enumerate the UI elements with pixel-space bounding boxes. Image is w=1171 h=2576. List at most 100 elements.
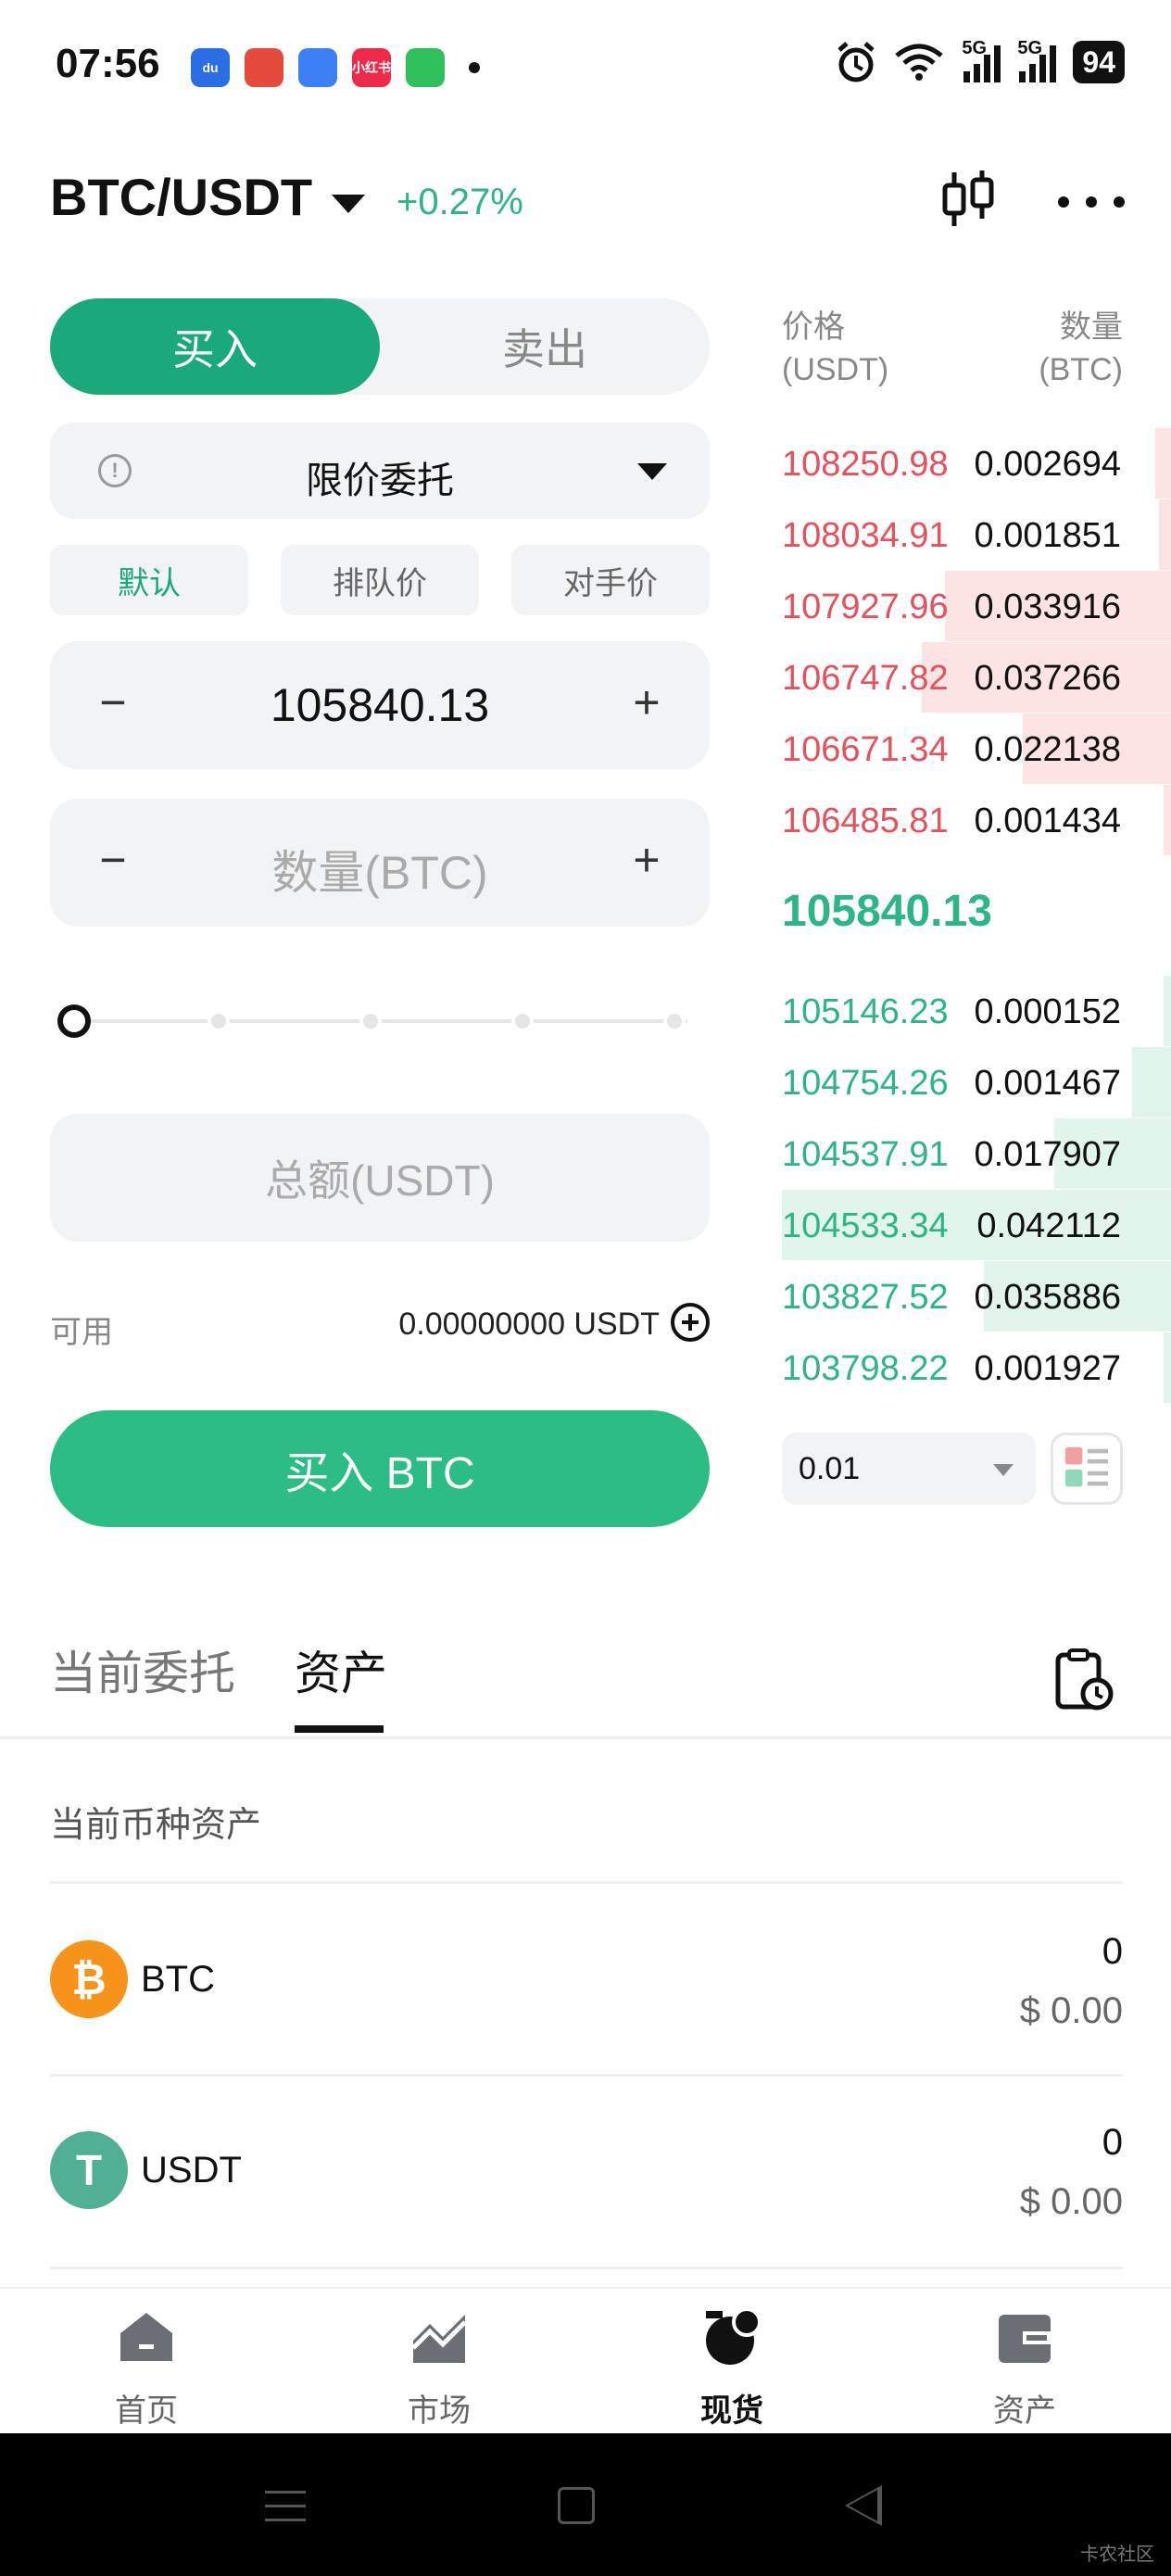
price-mode-default[interactable]: 默认 — [50, 545, 248, 615]
row-quantity: 0.002694 — [974, 445, 1122, 484]
bid-row[interactable]: 103798.22 0.001927 — [782, 1332, 1171, 1403]
security-app-icon — [406, 48, 445, 87]
nav-spot[interactable]: 现货 — [586, 2289, 878, 2435]
orderbook-qty-header: 数量 (BTC) — [1039, 306, 1123, 391]
slider-tick-50[interactable] — [359, 1010, 382, 1032]
divider — [50, 2074, 1123, 2077]
ask-row[interactable]: 107927.96 0.033916 — [782, 571, 1171, 641]
bid-row[interactable]: 103827.52 0.035886 — [782, 1261, 1171, 1332]
buy-sell-switch: 买入 卖出 — [50, 298, 710, 395]
qty-header-unit: (BTC) — [1039, 352, 1123, 387]
notification-icons: du 小红书 — [191, 48, 480, 87]
pair-dropdown-icon[interactable] — [332, 195, 365, 213]
game-app-icon — [245, 48, 283, 87]
row-price: 104754.26 — [782, 1064, 949, 1103]
bottom-navigation: 首页 市场 现货 资产 — [0, 2287, 1171, 2433]
row-price: 106485.81 — [782, 802, 949, 840]
slider-handle[interactable] — [57, 1004, 91, 1038]
quantity-decrease-button[interactable]: − — [85, 832, 141, 888]
precision-select[interactable]: 0.01 — [782, 1433, 1036, 1505]
slider-tick-100[interactable] — [663, 1010, 686, 1032]
bid-row[interactable]: 104537.91 0.017907 — [782, 1118, 1171, 1189]
asset-amount: 0 — [1102, 2122, 1123, 2163]
quantity-stepper: − 数量(BTC) + — [50, 799, 710, 927]
home-icon — [120, 2313, 172, 2361]
price-mode-counterparty[interactable]: 对手价 — [511, 545, 710, 615]
order-history-icon[interactable] — [1052, 1648, 1115, 1712]
slider-tick-25[interactable] — [208, 1010, 230, 1032]
precision-value: 0.01 — [799, 1451, 861, 1486]
depth-bar — [1163, 1332, 1171, 1403]
alarm-icon — [837, 42, 875, 82]
nav-assets[interactable]: 资产 — [878, 2289, 1171, 2435]
ask-row[interactable]: 106671.34 0.022138 — [782, 713, 1171, 784]
row-price: 104533.34 — [782, 1206, 949, 1245]
bid-row[interactable]: 105146.23 0.000152 — [782, 976, 1171, 1046]
buy-tab[interactable]: 买入 — [50, 298, 380, 395]
price-mode-queue[interactable]: 排队价 — [281, 545, 479, 615]
price-mode-buttons: 默认 排队价 对手价 — [50, 545, 710, 615]
quantity-input[interactable]: 数量(BTC) — [143, 836, 617, 903]
row-quantity: 0.001467 — [974, 1064, 1122, 1103]
more-options-icon[interactable] — [1058, 193, 1125, 211]
asset-usd-value: $ 0.00 — [1019, 2181, 1123, 2222]
orderbook-mid-price[interactable]: 105840.13 — [782, 886, 992, 937]
depth-bar — [1159, 499, 1171, 570]
price-decrease-button[interactable]: − — [85, 675, 141, 730]
ask-row[interactable]: 108034.91 0.001851 — [782, 499, 1171, 570]
orderbook-price-header: 价格 (USDT) — [782, 306, 888, 391]
active-tab-indicator — [295, 1725, 384, 1733]
nav-home[interactable]: 首页 — [0, 2289, 293, 2435]
system-navigation-bar — [0, 2433, 1171, 2576]
depth-bar — [1163, 976, 1171, 1046]
recent-apps-icon[interactable] — [265, 2491, 306, 2522]
row-quantity: 0.033916 — [974, 587, 1122, 626]
wifi-icon — [895, 44, 944, 81]
asset-usd-value: $ 0.00 — [1019, 1990, 1123, 2031]
row-quantity: 0.022138 — [974, 730, 1122, 769]
amount-slider[interactable] — [57, 1001, 687, 1042]
bid-row[interactable]: 104754.26 0.001467 — [782, 1047, 1171, 1118]
usdt-coin-icon: T — [50, 2131, 128, 2209]
price-header-unit: (USDT) — [782, 352, 889, 387]
ask-row[interactable]: 106485.81 0.001434 — [782, 785, 1171, 855]
row-quantity: 0.035886 — [974, 1278, 1122, 1317]
status-time: 07:56 — [56, 41, 160, 86]
orderbook-layout-icon[interactable] — [1051, 1433, 1123, 1505]
ask-row[interactable]: 108250.98 0.002694 — [782, 428, 1171, 499]
depth-bar — [1163, 785, 1171, 855]
watermark: 卡农社区 — [1080, 2544, 1154, 2565]
candlestick-chart-icon[interactable] — [939, 167, 997, 232]
slider-tick-75[interactable] — [511, 1010, 534, 1032]
dropdown-caret-icon — [993, 1464, 1014, 1476]
quantity-increase-button[interactable]: + — [619, 832, 674, 888]
tab-current-orders[interactable]: 当前委托 — [50, 1636, 235, 1703]
add-funds-icon[interactable] — [671, 1303, 710, 1342]
row-price: 105146.23 — [782, 992, 949, 1031]
depth-bar — [1155, 428, 1171, 499]
order-type-select[interactable]: ! 限价委托 — [50, 423, 710, 519]
buy-btc-button[interactable]: 买入 BTC — [50, 1410, 710, 1527]
back-icon[interactable] — [845, 2485, 882, 2526]
price-stepper: − 105840.13 + — [50, 641, 710, 769]
ask-row[interactable]: 106747.82 0.037266 — [782, 642, 1171, 713]
spot-icon — [706, 2307, 762, 2365]
price-increase-button[interactable]: + — [619, 675, 674, 730]
sell-tab[interactable]: 卖出 — [380, 298, 710, 395]
bid-row[interactable]: 104533.34 0.042112 — [782, 1190, 1171, 1260]
status-bar: 07:56 du 小红书 5G 5G 94 — [0, 0, 1171, 139]
price-input[interactable]: 105840.13 — [143, 678, 617, 732]
trading-pair-title[interactable]: BTC/USDT — [50, 167, 312, 227]
qty-header-label: 数量 — [1060, 309, 1123, 345]
tab-assets[interactable]: 资产 — [295, 1636, 387, 1703]
tab-divider — [0, 1736, 1171, 1739]
home-button-icon[interactable] — [558, 2487, 595, 2524]
market-chart-icon — [411, 2315, 467, 2363]
price-change: +0.27% — [397, 182, 523, 222]
battery-indicator: 94 — [1073, 41, 1125, 83]
wallet-icon — [999, 2315, 1051, 2363]
nav-label: 市场 — [408, 2393, 471, 2429]
total-input[interactable]: 总额(USDT) — [50, 1114, 710, 1242]
nav-market[interactable]: 市场 — [293, 2289, 586, 2435]
row-quantity: 0.000152 — [974, 992, 1122, 1031]
